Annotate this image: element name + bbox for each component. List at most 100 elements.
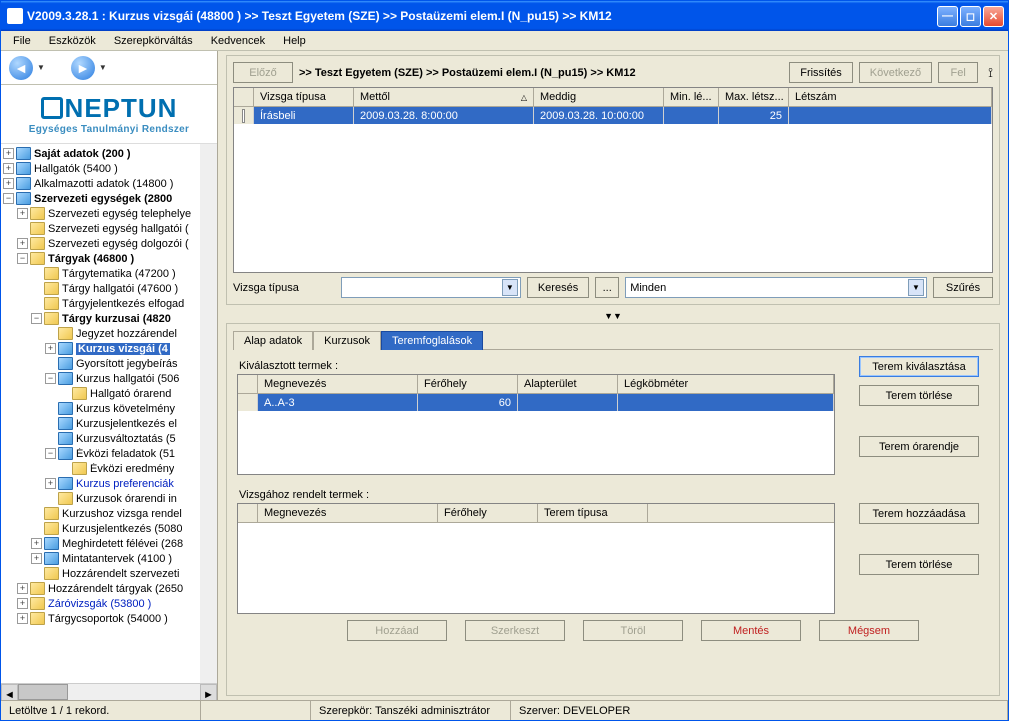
cancel-button[interactable]: Mégsem — [819, 620, 919, 641]
tree-item[interactable]: Kurzus preferenciák — [76, 478, 174, 490]
col-legkobmeter[interactable]: Légköbméter — [618, 375, 834, 393]
tree-item[interactable]: Szervezeti egység telephelye — [48, 208, 191, 220]
collapse-icon[interactable]: − — [3, 193, 14, 204]
collapse-icon[interactable]: − — [45, 373, 56, 384]
pin-icon[interactable]: ⟟ — [988, 65, 993, 81]
col-minle[interactable]: Min. lé... — [664, 88, 719, 106]
exam-type-combo[interactable]: ▼ — [341, 277, 521, 298]
expand-icon[interactable]: + — [45, 478, 56, 489]
filter-combo[interactable]: Minden▼ — [625, 277, 927, 298]
menu-help[interactable]: Help — [275, 33, 314, 49]
exam-grid[interactable]: Vizsga típusa Mettől△ Meddig Min. lé... … — [233, 87, 993, 273]
tab-teremfoglalasok[interactable]: Teremfoglalások — [381, 331, 483, 350]
expand-icon[interactable]: + — [17, 238, 28, 249]
save-button[interactable]: Mentés — [701, 620, 801, 641]
tree-item[interactable]: Tárgy hallgatói (47600 ) — [62, 283, 178, 295]
nav-back-drop[interactable]: ▼ — [37, 63, 45, 72]
up-button[interactable]: Fel — [938, 62, 978, 83]
expand-icon[interactable]: + — [17, 208, 28, 219]
col-ferohely[interactable]: Férőhely — [418, 375, 518, 393]
nav-back-button[interactable]: ◄ — [9, 56, 33, 80]
expand-icon[interactable]: + — [17, 598, 28, 609]
assigned-rooms-grid[interactable]: Megnevezés Férőhely Terem típusa — [237, 503, 835, 614]
tree-item[interactable]: Szervezeti egység hallgatói ( — [48, 223, 189, 235]
tree-h-scrollbar[interactable]: ◄ ► — [1, 683, 217, 700]
minimize-button[interactable]: — — [937, 6, 958, 27]
tree-item[interactable]: Mintatantervek (4100 ) — [62, 553, 172, 565]
titlebar[interactable]: V2009.3.28.1 : Kurzus vizsgái (48800 ) >… — [1, 1, 1008, 31]
splitter[interactable]: ▼▼ — [226, 309, 1000, 323]
col-letszam[interactable]: Létszám — [789, 88, 992, 106]
tree-item[interactable]: Kurzusjelentkezés (5080 — [62, 523, 182, 535]
dropdown-icon[interactable]: ▼ — [908, 279, 924, 296]
tree-item[interactable]: Meghirdetett félévei (268 — [62, 538, 183, 550]
tree-item[interactable]: Szervezeti egységek (2800 — [34, 193, 172, 205]
tree-item[interactable]: Alkalmazotti adatok (14800 ) — [34, 178, 173, 190]
delete-room-button[interactable]: Terem törlése — [859, 385, 979, 406]
col-mettol[interactable]: Mettől△ — [354, 88, 534, 106]
add-button[interactable]: Hozzáad — [347, 620, 447, 641]
col-maxletsz[interactable]: Max. létsz... — [719, 88, 789, 106]
tree-item[interactable]: Gyorsított jegybeírás — [76, 358, 178, 370]
delete-button[interactable]: Töröl — [583, 620, 683, 641]
edit-button[interactable]: Szerkeszt — [465, 620, 565, 641]
tree-item[interactable]: Kurzusváltoztatás (5 — [76, 433, 176, 445]
tree-item-selected[interactable]: Kurzus vizsgái (4 — [76, 343, 170, 355]
col-check[interactable] — [234, 88, 254, 106]
filter-button[interactable]: Szűrés — [933, 277, 993, 298]
tab-alapadatok[interactable]: Alap adatok — [233, 331, 313, 350]
refresh-button[interactable]: Frissítés — [789, 62, 853, 83]
menu-tools[interactable]: Eszközök — [41, 33, 104, 49]
row-checkbox[interactable] — [242, 109, 245, 123]
rooms-grid[interactable]: Megnevezés Férőhely Alapterület Légköbmé… — [237, 374, 835, 475]
tree-item[interactable]: Kurzushoz vizsga rendel — [62, 508, 182, 520]
expand-icon[interactable]: + — [3, 148, 14, 159]
collapse-icon[interactable]: − — [17, 253, 28, 264]
col-alapterulet[interactable]: Alapterület — [518, 375, 618, 393]
tree-item[interactable]: Kurzus hallgatói (506 — [76, 373, 179, 385]
tree-item[interactable]: Tárgyak (46800 ) — [48, 253, 134, 265]
expand-icon[interactable]: + — [3, 178, 14, 189]
col-megnevezes[interactable]: Megnevezés — [258, 375, 418, 393]
delete-room-button-2[interactable]: Terem törlése — [859, 554, 979, 575]
expand-icon[interactable]: + — [31, 538, 42, 549]
room-schedule-button[interactable]: Terem órarendje — [859, 436, 979, 457]
tab-kurzusok[interactable]: Kurzusok — [313, 331, 381, 350]
tree-item[interactable]: Szervezeti egység dolgozói ( — [48, 238, 189, 250]
tree-item[interactable]: Tárgyjelentkezés elfogad — [62, 298, 184, 310]
collapse-icon[interactable]: − — [45, 448, 56, 459]
col-ferohely[interactable]: Férőhely — [438, 504, 538, 522]
tree-item[interactable]: Hozzárendelt tárgyak (2650 — [48, 583, 183, 595]
tree-item[interactable]: Évközi feladatok (51 — [76, 448, 175, 460]
close-button[interactable]: ✕ — [983, 6, 1004, 27]
tree-item[interactable]: Tárgytematika (47200 ) — [62, 268, 176, 280]
tree-item[interactable]: Záróvizsgák (53800 ) — [48, 598, 151, 610]
menu-favorites[interactable]: Kedvencek — [203, 33, 273, 49]
dropdown-icon[interactable]: ▼ — [502, 279, 518, 296]
tree-item[interactable]: Kurzusjelentkezés el — [76, 418, 177, 430]
tree-item[interactable]: Évközi eredmény — [90, 463, 174, 475]
col-meddig[interactable]: Meddig — [534, 88, 664, 106]
maximize-button[interactable]: ◻ — [960, 6, 981, 27]
col-megnevezes[interactable]: Megnevezés — [258, 504, 438, 522]
menu-file[interactable]: File — [5, 33, 39, 49]
nav-fwd-drop[interactable]: ▼ — [99, 63, 107, 72]
expand-icon[interactable]: + — [17, 613, 28, 624]
select-room-button[interactable]: Terem kiválasztása — [859, 356, 979, 377]
expand-icon[interactable]: + — [31, 553, 42, 564]
next-button[interactable]: Következő — [859, 62, 932, 83]
tree-scrollbar[interactable] — [200, 144, 217, 683]
tree-item[interactable]: Saját adatok (200 ) — [34, 148, 131, 160]
tree-item[interactable]: Hallgató órarend — [90, 388, 171, 400]
collapse-icon[interactable]: − — [31, 313, 42, 324]
tree-item[interactable]: Hozzárendelt szervezeti — [62, 568, 179, 580]
add-room-button[interactable]: Terem hozzáadása — [859, 503, 979, 524]
col-teremtipusa[interactable]: Terem típusa — [538, 504, 648, 522]
tree-item[interactable]: Jegyzet hozzárendel — [76, 328, 177, 340]
expand-icon[interactable]: + — [45, 343, 56, 354]
search-button[interactable]: Keresés — [527, 277, 589, 298]
tree-item[interactable]: Hallgatók (5400 ) — [34, 163, 118, 175]
expand-icon[interactable]: + — [17, 583, 28, 594]
table-row[interactable]: A..A-3 60 — [238, 394, 834, 411]
menu-roleswitch[interactable]: Szerepkörváltás — [106, 33, 201, 49]
